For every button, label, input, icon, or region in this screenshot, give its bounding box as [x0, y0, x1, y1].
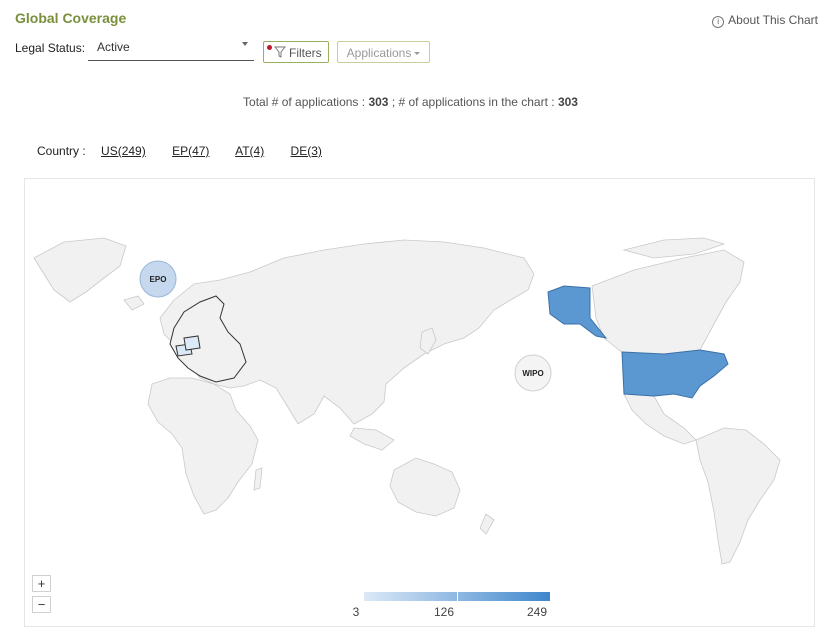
madagascar-shape	[253, 467, 263, 491]
country-link-de[interactable]: DE(3)	[291, 144, 322, 158]
region-us[interactable]	[621, 349, 729, 399]
world-map[interactable]: EPO WIPO	[24, 178, 815, 627]
info-icon: i	[712, 16, 725, 28]
total-label: Total # of applications :	[243, 95, 366, 109]
funnel-icon	[274, 46, 286, 58]
country-label: Country :	[37, 144, 86, 158]
page-title: Global Coverage	[15, 10, 127, 26]
japan-shape	[419, 327, 437, 355]
applications-label: Applications	[346, 46, 412, 60]
in-chart-label: # of applications in the chart :	[398, 95, 555, 109]
in-chart-value: 303	[557, 95, 578, 109]
color-scale-legend	[364, 592, 550, 601]
chevron-down-icon	[242, 42, 248, 46]
country-link-us[interactable]: US(249)	[101, 144, 146, 158]
greenland-shape	[33, 237, 127, 303]
mexico-shape	[623, 393, 697, 445]
legal-status-select[interactable]: Active	[88, 36, 254, 61]
wipo-bubble-label: WIPO	[522, 369, 543, 378]
filters-label: Filters	[289, 46, 322, 60]
new-zealand-shape	[479, 513, 495, 535]
region-de[interactable]	[183, 335, 201, 351]
color-scale-low-segment	[364, 592, 457, 601]
canada-shape	[591, 249, 745, 355]
color-scale-high-segment	[458, 592, 550, 601]
country-link-at[interactable]: AT(4)	[235, 144, 264, 158]
active-filter-dot	[267, 45, 272, 50]
legal-status-label: Legal Status:	[15, 41, 86, 55]
south-america-shape	[695, 427, 781, 565]
australia-shape	[389, 457, 461, 517]
color-scale-min-label: 3	[352, 605, 360, 619]
chevron-down-icon	[414, 52, 421, 56]
about-chart-label: About This Chart	[728, 13, 818, 27]
epo-bubble-label: EPO	[150, 275, 167, 284]
filters-button[interactable]: Filters	[263, 41, 329, 63]
sea-islands-shape	[349, 427, 395, 451]
country-filter: Country : US(249) EP(47) AT(4) DE(3)	[37, 144, 345, 158]
color-scale-max-label: 249	[526, 605, 548, 619]
total-value: 303	[368, 95, 389, 109]
country-link-ep[interactable]: EP(47)	[172, 144, 209, 158]
legal-status-value: Active	[97, 40, 130, 54]
africa-shape	[147, 377, 259, 515]
color-scale-mid-label: 126	[433, 605, 455, 619]
zoom-out-button[interactable]: −	[32, 596, 51, 613]
applications-button[interactable]: Applications	[337, 41, 430, 63]
about-chart-link[interactable]: i About This Chart	[712, 13, 818, 28]
zoom-in-button[interactable]: +	[32, 575, 51, 592]
applications-summary: Total # of applications : 303 ; # of app…	[0, 95, 821, 109]
summary-separator: ;	[391, 95, 396, 109]
iceland-shape	[123, 295, 145, 311]
